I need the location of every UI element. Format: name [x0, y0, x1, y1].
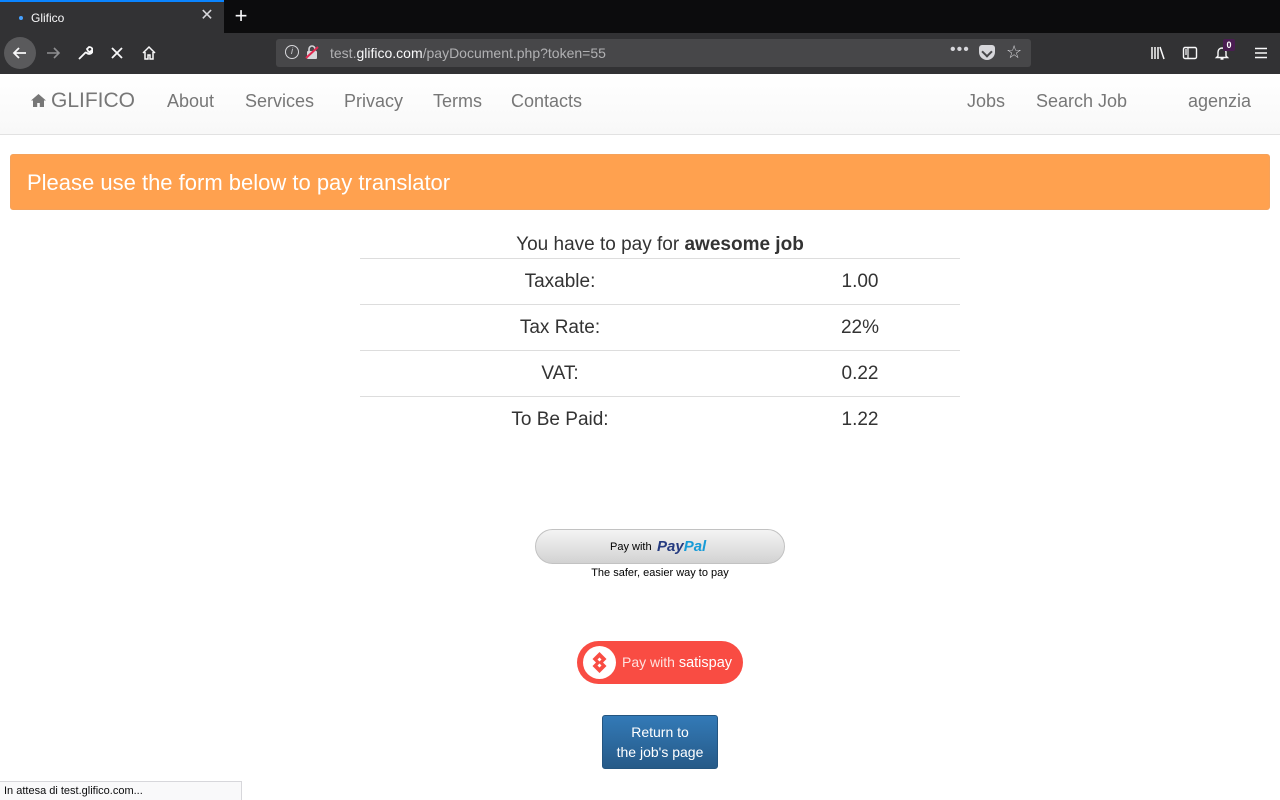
table-row: To Be Paid: 1.22: [360, 396, 960, 441]
forward-icon[interactable]: [37, 37, 69, 69]
row-value: 22%: [840, 317, 880, 338]
paypal-pay-with: Pay with: [610, 541, 652, 553]
loading-indicator-icon: [19, 16, 23, 20]
nav-contacts[interactable]: Contacts: [511, 91, 582, 112]
row-label: Taxable:: [524, 271, 596, 292]
browser-toolbar: i test.glifico.com/payDocument.php?token…: [0, 33, 1280, 74]
site-navbar: GLIFICO About Services Privacy Terms Con…: [0, 74, 1280, 135]
row-value: 1.00: [841, 271, 879, 292]
payment-alert: Please use the form below to pay transla…: [10, 154, 1270, 210]
paypal-tagline: The safer, easier way to pay: [591, 567, 729, 579]
bookmark-star-icon[interactable]: ☆: [1006, 42, 1022, 62]
home-icon[interactable]: [133, 37, 165, 69]
table-row: VAT: 0.22: [360, 350, 960, 396]
brand-name: GLIFICO: [51, 89, 136, 112]
table-row: Tax Rate: 22%: [360, 304, 960, 350]
nav-terms[interactable]: Terms: [433, 91, 482, 112]
address-bar[interactable]: i test.glifico.com/payDocument.php?token…: [276, 39, 1031, 67]
return-button-line2: the job's page: [616, 744, 704, 760]
nav-search-job[interactable]: Search Job: [1036, 91, 1127, 112]
row-label: VAT:: [541, 363, 579, 384]
return-to-job-button[interactable]: Return to the job's page: [602, 715, 718, 769]
back-icon[interactable]: [4, 37, 36, 69]
alert-message: Please use the form below to pay transla…: [27, 170, 451, 195]
site-info-icon[interactable]: i: [285, 45, 299, 59]
row-value: 0.22: [841, 363, 879, 384]
nav-privacy[interactable]: Privacy: [344, 91, 403, 112]
url-text[interactable]: test.glifico.com/payDocument.php?token=5…: [330, 45, 606, 61]
paypal-button[interactable]: Pay with PayPal: [535, 529, 785, 564]
sidebar-icon[interactable]: [1174, 37, 1206, 69]
payment-table: Taxable: 1.00 Tax Rate: 22% VAT: 0.22 To…: [360, 258, 960, 441]
browser-tab[interactable]: Glifico ✕: [0, 0, 224, 33]
job-name: awesome job: [684, 234, 804, 255]
nav-jobs[interactable]: Jobs: [967, 91, 1005, 112]
home-icon: [31, 94, 46, 107]
tab-title: Glifico: [31, 11, 65, 25]
insecure-lock-icon[interactable]: [305, 44, 319, 60]
page-actions-icon[interactable]: •••: [950, 41, 970, 59]
close-tab-icon[interactable]: ✕: [199, 8, 215, 24]
hamburger-menu-icon[interactable]: [1245, 37, 1277, 69]
wrench-icon[interactable]: [69, 37, 101, 69]
row-label: Tax Rate:: [519, 317, 601, 338]
brand-link[interactable]: GLIFICO: [30, 89, 135, 113]
nav-about[interactable]: About: [167, 91, 214, 112]
row-label: To Be Paid:: [511, 409, 609, 430]
paypal-logo: PayPal: [657, 538, 707, 555]
browser-tab-bar: Glifico ✕ +: [0, 0, 1280, 33]
notification-badge: 0: [1223, 39, 1235, 51]
return-button-line1: Return to: [631, 724, 689, 740]
browser-status-bar: In attesa di test.glifico.com...: [0, 781, 242, 800]
satispay-logo-icon: [583, 646, 616, 679]
new-tab-icon[interactable]: +: [230, 4, 252, 28]
satispay-button[interactable]: Pay with satispay: [577, 641, 743, 684]
library-icon[interactable]: [1142, 37, 1174, 69]
pocket-icon[interactable]: [979, 45, 995, 60]
row-value: 1.22: [841, 409, 879, 430]
payment-heading: You have to pay for awesome job: [516, 234, 804, 255]
table-row: Taxable: 1.00: [360, 258, 960, 304]
nav-services[interactable]: Services: [245, 91, 314, 112]
stop-loading-icon[interactable]: [101, 37, 133, 69]
nav-user-agenzia[interactable]: agenzia: [1188, 91, 1251, 112]
satispay-label: Pay with satispay: [622, 654, 733, 671]
